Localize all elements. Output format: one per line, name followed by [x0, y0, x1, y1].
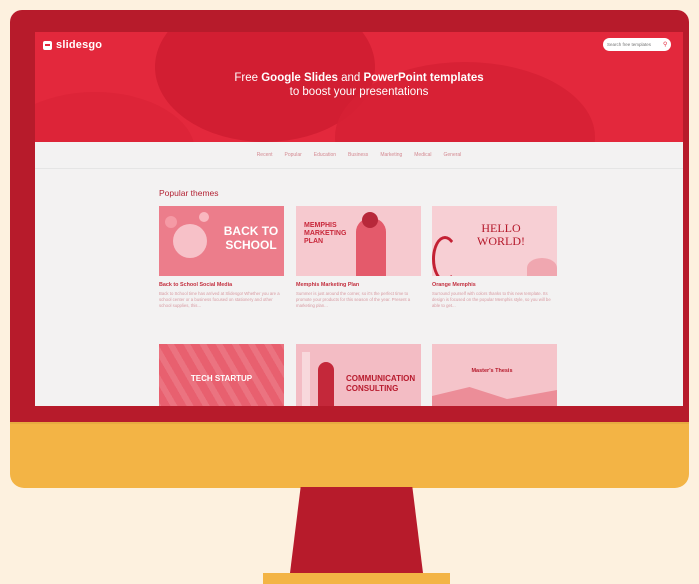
hero-subtitle: to boost your presentations: [289, 86, 429, 98]
logo-text: slidesgo: [56, 39, 103, 51]
card-title[interactable]: Memphis Marketing Plan: [296, 282, 421, 288]
nav-general[interactable]: General: [444, 152, 462, 158]
template-card[interactable]: Master's Thesis: [432, 344, 557, 406]
nav-popular[interactable]: Popular: [285, 152, 302, 158]
hero-banner: slidesgo ⚲ Free Google Slides and PowerP…: [35, 32, 683, 142]
monitor-stand-neck: [290, 487, 423, 573]
slidesgo-logo[interactable]: slidesgo: [43, 39, 102, 51]
card-description: Summer is just around the corner, so it'…: [296, 291, 411, 309]
slidesgo-logo-icon: [43, 40, 52, 50]
monitor: slidesgo ⚲ Free Google Slides and PowerP…: [10, 10, 689, 488]
nav-education[interactable]: Education: [314, 152, 336, 158]
hero-title: Free Google Slides and PowerPoint templa…: [234, 72, 484, 98]
card-title[interactable]: Back to School Social Media: [159, 282, 284, 288]
search-icon[interactable]: ⚲: [663, 41, 667, 48]
template-card[interactable]: HELLO WORLD! Orange Memphis Surround your…: [432, 206, 557, 310]
search-input[interactable]: [607, 42, 663, 47]
template-card[interactable]: COMMUNICATION CONSULTING: [296, 344, 421, 406]
template-thumbnail[interactable]: TECH STARTUP: [159, 344, 284, 406]
card-description: Back to School time has arrived at Slide…: [159, 291, 280, 309]
template-card[interactable]: BACK TO SCHOOL Back to School Social Medi…: [159, 206, 284, 310]
template-card[interactable]: TECH STARTUP: [159, 344, 284, 406]
template-thumbnail[interactable]: Master's Thesis: [432, 344, 557, 406]
template-thumbnail[interactable]: MEMPHIS MARKETING PLAN: [296, 206, 421, 276]
section-title: Popular themes: [159, 188, 219, 198]
template-thumbnail[interactable]: COMMUNICATION CONSULTING: [296, 344, 421, 406]
monitor-screen: slidesgo ⚲ Free Google Slides and PowerP…: [35, 32, 683, 406]
monitor-chin: [10, 422, 689, 488]
nav-marketing[interactable]: Marketing: [380, 152, 402, 158]
template-card[interactable]: MEMPHIS MARKETING PLAN Memphis Marketing P…: [296, 206, 421, 310]
nav-recent[interactable]: Recent: [257, 152, 273, 158]
template-thumbnail[interactable]: HELLO WORLD!: [432, 206, 557, 276]
nav-business[interactable]: Business: [348, 152, 368, 158]
template-thumbnail[interactable]: BACK TO SCHOOL: [159, 206, 284, 276]
card-description: Surround yourself with colors thanks to …: [432, 291, 551, 309]
card-title[interactable]: Orange Memphis: [432, 282, 557, 288]
monitor-stand-base: [263, 573, 450, 584]
search-box[interactable]: ⚲: [603, 38, 671, 51]
nav-medical[interactable]: Medical: [414, 152, 431, 158]
category-nav: Recent Popular Education Business Market…: [35, 142, 683, 169]
